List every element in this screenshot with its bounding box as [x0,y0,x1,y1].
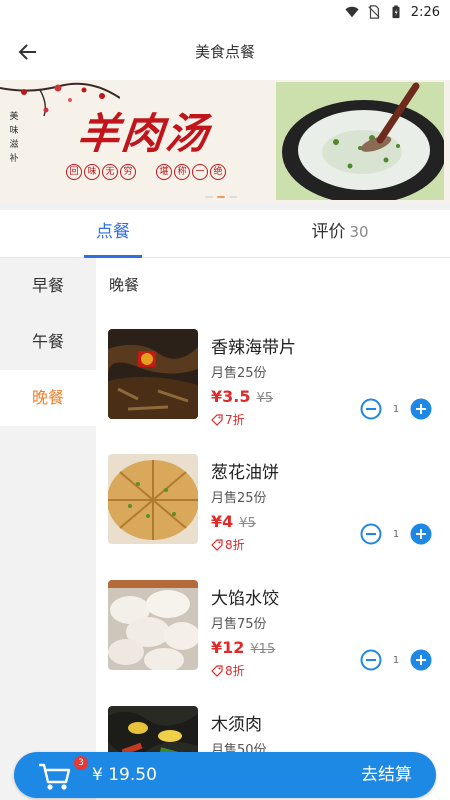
item-price-line: ¥12 ¥15 [211,638,275,657]
item-image [108,329,198,419]
status-time: 2:26 [410,4,440,20]
item-sales: 月售25份 [211,366,267,381]
menu-item[interactable]: 大馅水饺 月售75份 ¥12 ¥15 8折 1 [96,580,450,700]
plus-circle-icon [410,649,432,671]
item-discount: 8折 [211,536,245,553]
banner-side-text: 美 味 滋 补 [8,110,20,166]
app-bar: 美食点餐 [0,24,450,80]
item-image [108,580,198,670]
battery-icon [392,5,400,19]
banner-side-char: 补 [9,154,19,164]
tab-reviews[interactable]: 评价 30 [300,210,380,258]
cart-total: ¥ 19.50 [92,765,157,785]
decrease-button[interactable] [360,649,382,671]
item-name: 香辣海带片 [211,338,296,358]
banner-dot [229,196,237,198]
quantity-value: 1 [392,528,400,540]
category-lunch[interactable]: 午餐 [0,314,96,370]
quantity-value: 1 [392,654,400,666]
cart-bar: 3 ¥ 19.50 去结算 [14,752,436,798]
wifi-icon [345,6,359,18]
item-image [108,454,198,544]
quantity-stepper: 1 [360,523,432,545]
minus-circle-icon [360,398,382,420]
banner-tag-left: 回 味 无 穷 [66,164,136,180]
decrease-button[interactable] [360,523,382,545]
item-price: ¥4 [211,512,234,531]
menu-list[interactable]: 晚餐 香辣海带片 月售25份 ¥3.5 ¥5 7折 1 葱花油饼 月售25份 ¥… [96,258,450,800]
category-dinner[interactable]: 晚餐 [0,370,96,426]
banner-side-char: 美 [9,112,19,122]
decrease-button[interactable] [360,398,382,420]
banner-title: 羊肉汤 [75,109,213,158]
increase-button[interactable] [410,523,432,545]
item-price-line: ¥3.5 ¥5 [211,387,273,406]
shopping-cart-icon[interactable] [38,762,72,792]
tab-order-label: 点餐 [96,222,130,242]
tag-icon [211,664,223,677]
banner-pagination [205,196,237,198]
item-name: 大馅水饺 [211,589,279,609]
item-name: 木须肉 [211,715,262,735]
banner-tag-char: 回 [66,164,82,180]
app-root: 2:26 美食点餐 美 味 滋 补 羊肉汤 回 味 无 穷 堪 称 一 绝 点餐… [0,0,450,800]
item-discount-label: 8折 [225,664,245,678]
plus-circle-icon [410,523,432,545]
item-name: 葱花油饼 [211,463,279,483]
banner-tag-char: 一 [192,164,208,180]
divider [0,202,450,210]
category-breakfast[interactable]: 早餐 [0,258,96,314]
tab-order[interactable]: 点餐 [84,210,142,258]
item-sales: 月售75份 [211,617,267,632]
banner-tag-char: 绝 [210,164,226,180]
quantity-stepper: 1 [360,398,432,420]
tab-reviews-label: 评价 [311,222,346,242]
status-bar: 2:26 [0,0,450,24]
tab-bar: 点餐 评价 30 [0,210,450,258]
section-title: 晚餐 [109,276,140,294]
banner-side-char: 滋 [9,140,19,150]
banner-tag-char: 味 [84,164,100,180]
minus-circle-icon [360,523,382,545]
banner-dot [205,196,213,198]
item-price-line: ¥4 ¥5 [211,512,256,531]
item-discount: 7折 [211,411,245,428]
quantity-value: 1 [392,403,400,415]
minus-circle-icon [360,649,382,671]
plus-circle-icon [410,398,432,420]
tag-icon [211,538,223,551]
checkout-button[interactable]: 去结算 [361,752,412,798]
item-discount-label: 7折 [225,413,245,427]
promo-banner[interactable]: 美 味 滋 补 羊肉汤 回 味 无 穷 堪 称 一 绝 [0,80,450,202]
banner-tag-char: 穷 [120,164,136,180]
mutton-soup-image [276,82,444,200]
increase-button[interactable] [410,398,432,420]
item-sales: 月售25份 [211,491,267,506]
banner-tag-char: 堪 [156,164,172,180]
increase-button[interactable] [410,649,432,671]
review-count: 30 [349,223,369,241]
item-discount-label: 8折 [225,538,245,552]
cart-count-badge: 3 [74,756,88,770]
item-discount: 8折 [211,662,245,679]
quantity-stepper: 1 [360,649,432,671]
banner-tag-char: 无 [102,164,118,180]
menu-item[interactable]: 葱花油饼 月售25份 ¥4 ¥5 8折 1 [96,454,450,574]
banner-side-char: 味 [9,126,19,136]
item-original-price: ¥15 [250,642,276,657]
item-price: ¥3.5 [211,387,251,406]
menu-item[interactable]: 香辣海带片 月售25份 ¥3.5 ¥5 7折 1 [96,329,450,449]
page-title: 美食点餐 [194,43,255,61]
banner-dot-active [217,196,225,198]
item-original-price: ¥5 [239,516,256,531]
item-original-price: ¥5 [256,391,274,406]
banner-tag-char: 称 [174,164,190,180]
tag-icon [211,413,223,426]
no-sim-icon [368,5,380,19]
item-price: ¥12 [211,638,245,657]
category-sidebar: 早餐 午餐 晚餐 [0,258,96,800]
banner-tag-right: 堪 称 一 绝 [156,164,226,180]
